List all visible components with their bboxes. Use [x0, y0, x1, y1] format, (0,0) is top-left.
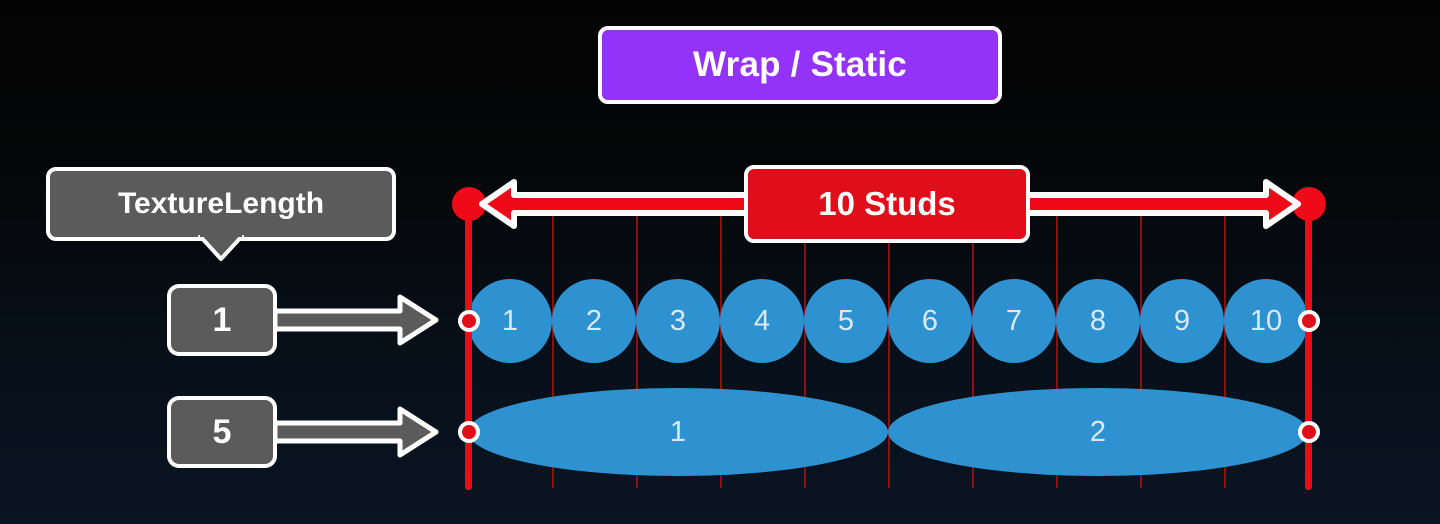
stud-circle-label: 4	[753, 304, 771, 337]
stud-circle: 1	[468, 279, 552, 363]
stud-circle: 5	[804, 279, 888, 363]
left-node-dot-row1-icon	[458, 310, 480, 332]
left-node-dot-row2-icon	[458, 421, 480, 443]
left-boundary-line	[465, 190, 472, 490]
texturelength-value-1: 1	[212, 300, 232, 339]
right-node-dot-row2-icon	[1298, 421, 1320, 443]
stud-circle: 10	[1224, 279, 1308, 363]
stud-circle-label: 8	[1089, 304, 1107, 337]
measurement-pill: 10 Studs	[744, 165, 1030, 243]
measurement-label: 10 Studs	[818, 185, 956, 222]
stud-circle: 2	[552, 279, 636, 363]
stud-circle-label: 2	[585, 304, 603, 337]
stud-ellipse-label: 2	[1089, 415, 1107, 448]
texturelength-value-badge-1: 1	[167, 284, 277, 356]
row1-arrow-right-icon	[272, 294, 439, 346]
diagram-canvas: Wrap / Static TextureLength 10 Studs 1 5…	[0, 0, 1440, 524]
stud-circle: 9	[1140, 279, 1224, 363]
stud-ellipse-label: 1	[669, 415, 687, 448]
stud-ellipse: 2	[888, 388, 1308, 476]
right-node-dot-row1-icon	[1298, 310, 1320, 332]
stud-ellipse: 1	[468, 388, 888, 476]
stud-circle: 3	[636, 279, 720, 363]
stud-circle-label: 9	[1173, 304, 1191, 337]
stud-circle: 8	[1056, 279, 1140, 363]
stud-circle-label: 6	[921, 304, 939, 337]
texturelength-value-badge-5: 5	[167, 396, 277, 468]
row2-arrow-right-icon	[272, 406, 439, 458]
stud-circle: 4	[720, 279, 804, 363]
texturelength-value-5: 5	[212, 412, 232, 451]
stud-circle-label: 3	[669, 304, 687, 337]
right-boundary-line	[1305, 190, 1312, 490]
stud-circle-label: 5	[837, 304, 855, 337]
stud-circle: 7	[972, 279, 1056, 363]
stud-circle-label: 7	[1005, 304, 1023, 337]
stud-circle-label: 10	[1249, 304, 1283, 337]
stud-circle-label: 1	[501, 304, 519, 337]
stud-circle: 6	[888, 279, 972, 363]
